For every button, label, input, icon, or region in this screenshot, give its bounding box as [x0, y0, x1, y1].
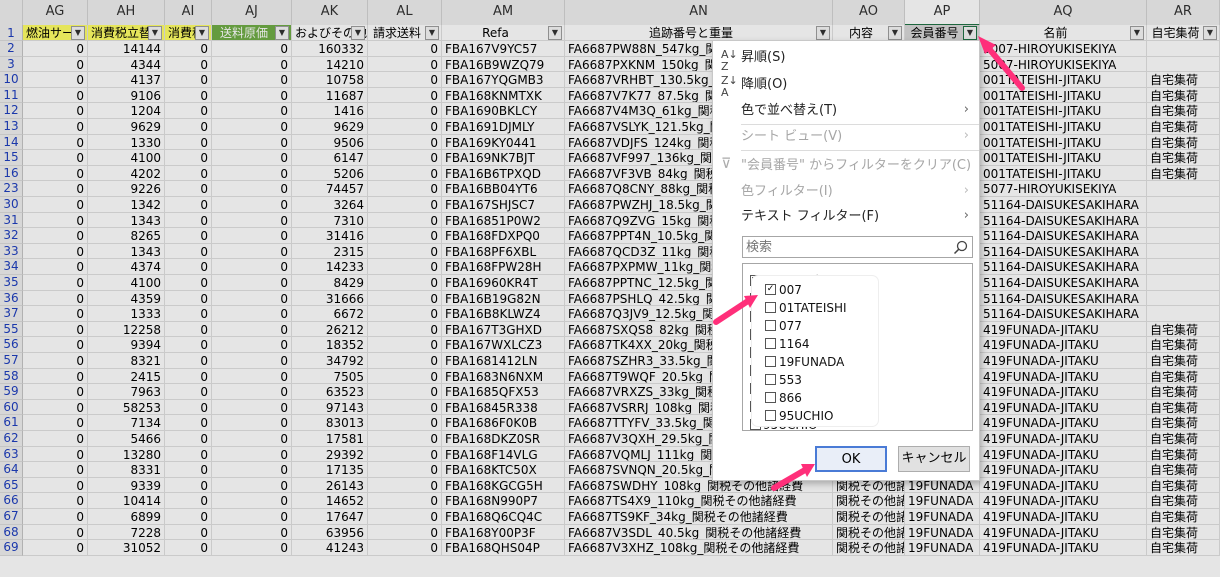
arrow-to-checkbox-007 [713, 295, 758, 325]
arrow-to-ok-button [771, 464, 815, 491]
arrow-to-column-filter-icon [978, 36, 1025, 91]
annotation-arrows [713, 36, 1025, 491]
